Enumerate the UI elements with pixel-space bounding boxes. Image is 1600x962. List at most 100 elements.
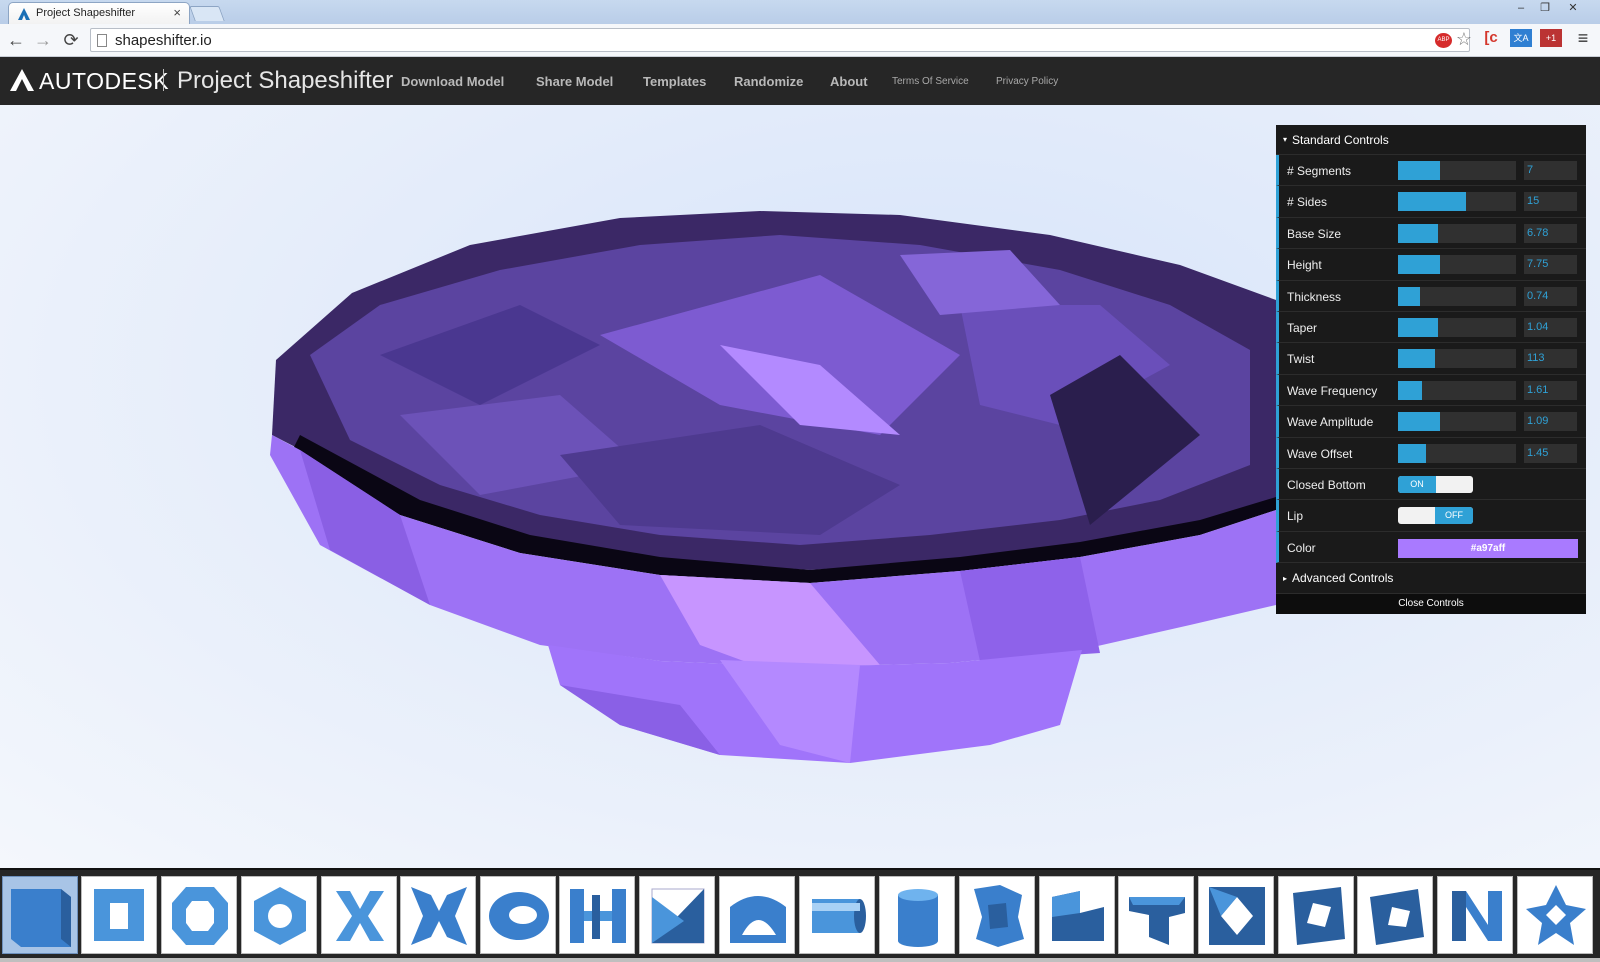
control-label: # Sides xyxy=(1287,195,1328,210)
thickness-value-input[interactable]: 0.74 xyxy=(1524,286,1577,306)
template-thumb-rotated-square[interactable] xyxy=(1278,876,1354,954)
tab-title: Project Shapeshifter xyxy=(36,7,136,19)
bookmark-star-icon[interactable]: ☆ xyxy=(1455,30,1473,48)
template-thumb-cylinder[interactable] xyxy=(879,876,955,954)
template-thumb-cube[interactable] xyxy=(2,876,78,954)
reload-icon[interactable]: ⟳ xyxy=(60,30,82,50)
extension-calendar-icon[interactable]: +1 xyxy=(1540,29,1562,47)
wave-frequency-value-input[interactable]: 1.61 xyxy=(1524,380,1577,400)
base-size-slider[interactable] xyxy=(1398,223,1516,243)
advanced-controls-title: Advanced Controls xyxy=(1292,571,1394,586)
template-thumb-x-shape[interactable] xyxy=(321,876,397,954)
h-frame-template-icon xyxy=(570,889,626,943)
template-thumb-octagon-ring[interactable] xyxy=(161,876,237,954)
translate-icon[interactable]: 文A xyxy=(1510,29,1532,47)
control-label: Thickness xyxy=(1287,289,1342,304)
diamond-frame-template-icon xyxy=(1370,889,1424,945)
template-thumb-twisted-x[interactable] xyxy=(400,876,476,954)
curved-frame-template-icon xyxy=(730,896,786,943)
l-block-template-icon xyxy=(1052,891,1104,941)
template-thumb-cylinder-side[interactable] xyxy=(799,876,875,954)
address-bar[interactable]: shapeshifter.io ABP ☆ xyxy=(90,28,1473,52)
window-close-icon[interactable]: ✕ xyxy=(1562,1,1584,17)
template-thumb-square-frame[interactable] xyxy=(81,876,157,954)
taper-value-input[interactable]: 1.04 xyxy=(1524,317,1577,337)
3d-viewport[interactable]: ▾ Standard Controls # Segments 7 # Sides… xyxy=(0,105,1600,868)
base-size-value-input[interactable]: 6.78 xyxy=(1524,223,1577,243)
t-block-template-icon xyxy=(1129,897,1185,945)
browser-menu-icon[interactable]: ≡ xyxy=(1573,29,1593,47)
lip-toggle[interactable]: OFF xyxy=(1398,507,1473,525)
forward-icon[interactable]: → xyxy=(32,30,54,50)
wave-amplitude-slider[interactable] xyxy=(1398,412,1516,432)
minimize-icon[interactable]: – xyxy=(1510,1,1532,17)
slider-fill xyxy=(1398,443,1427,463)
site-header: AUTODESK Project Shapeshifter Download M… xyxy=(0,57,1600,105)
product-name[interactable]: Project Shapeshifter xyxy=(177,67,393,95)
template-thumb-star-frame[interactable] xyxy=(1198,876,1274,954)
sides-value-input[interactable]: 15 xyxy=(1524,192,1577,212)
wave-amplitude-value-input[interactable]: 1.09 xyxy=(1524,412,1577,432)
back-icon[interactable]: ← xyxy=(5,30,27,50)
segments-value-input[interactable]: 7 xyxy=(1524,161,1577,180)
wave-offset-value-input[interactable]: 1.45 xyxy=(1524,443,1577,463)
nav-download-model[interactable]: Download Model xyxy=(401,74,504,89)
nav-templates[interactable]: Templates xyxy=(643,74,706,89)
sides-slider[interactable] xyxy=(1398,192,1516,212)
template-thumb-n-wedge[interactable] xyxy=(1437,876,1513,954)
tab-close-icon[interactable]: × xyxy=(173,5,181,20)
toggle-state: OFF xyxy=(1435,507,1473,525)
nav-share-model[interactable]: Share Model xyxy=(536,74,613,89)
nav-privacy-policy[interactable]: Privacy Policy xyxy=(996,76,1058,87)
nav-randomize[interactable]: Randomize xyxy=(734,74,803,89)
autodesk-logo-icon[interactable] xyxy=(10,69,34,91)
template-thumb-curved-frame[interactable] xyxy=(719,876,795,954)
template-thumb-l-block[interactable] xyxy=(1039,876,1115,954)
advanced-controls-header[interactable]: ▸ Advanced Controls xyxy=(1276,563,1586,595)
new-tab-button[interactable] xyxy=(189,6,225,21)
template-thumb-eye-ring[interactable] xyxy=(480,876,556,954)
closed-bottom-toggle[interactable]: ON xyxy=(1398,475,1473,493)
slider-fill xyxy=(1398,349,1435,369)
control-label: Closed Bottom xyxy=(1287,477,1366,492)
url-text[interactable]: shapeshifter.io xyxy=(115,32,212,49)
control-row-twist: Twist 113 xyxy=(1276,343,1586,375)
segments-slider[interactable] xyxy=(1398,161,1516,180)
control-label: Height xyxy=(1287,258,1322,273)
height-slider[interactable] xyxy=(1398,255,1516,275)
cube-template-icon xyxy=(11,889,71,947)
twist-value-input[interactable]: 113 xyxy=(1524,349,1577,369)
close-controls-button[interactable]: Close Controls xyxy=(1276,594,1586,615)
browser-tab[interactable]: Project Shapeshifter × xyxy=(8,2,190,24)
page-icon xyxy=(97,34,107,47)
template-thumb-twisted-block[interactable] xyxy=(959,876,1035,954)
template-thumb-diamond-frame[interactable] xyxy=(1357,876,1433,954)
bowl-outer-facet xyxy=(960,557,1100,661)
wave-frequency-slider[interactable] xyxy=(1398,380,1516,400)
standard-controls-header[interactable]: ▾ Standard Controls xyxy=(1276,125,1586,155)
template-thumb-wedge[interactable] xyxy=(639,876,715,954)
nav-terms-of-service[interactable]: Terms Of Service xyxy=(892,76,969,87)
wave-offset-slider[interactable] xyxy=(1398,443,1516,463)
browser-toolbar: ← → ⟳ shapeshifter.io ABP ☆ [c 文A +1 ≡ xyxy=(0,24,1600,57)
thickness-slider[interactable] xyxy=(1398,286,1516,306)
slider-fill xyxy=(1398,286,1421,306)
taper-slider[interactable] xyxy=(1398,317,1516,337)
template-thumb-t-block[interactable] xyxy=(1118,876,1194,954)
restore-icon[interactable]: ❐ xyxy=(1534,1,1556,17)
template-thumb-spiral-star[interactable] xyxy=(1517,876,1593,954)
rotated-square-template-icon xyxy=(1293,887,1345,945)
control-label: # Segments xyxy=(1287,164,1352,178)
brand-name[interactable]: AUTODESK xyxy=(39,68,169,95)
template-thumb-h-frame[interactable] xyxy=(559,876,635,954)
controls-panel: ▾ Standard Controls # Segments 7 # Sides… xyxy=(1276,125,1586,615)
color-picker[interactable]: #a97aff xyxy=(1398,538,1578,558)
extension-c-icon[interactable]: [c xyxy=(1480,29,1502,47)
twist-slider[interactable] xyxy=(1398,349,1516,369)
template-thumb-hexagon-ring[interactable] xyxy=(241,876,317,954)
octagon-ring-template-icon xyxy=(172,887,228,945)
control-row-wave-offset: Wave Offset 1.45 xyxy=(1276,437,1586,469)
nav-about[interactable]: About xyxy=(830,74,868,89)
height-value-input[interactable]: 7.75 xyxy=(1524,255,1577,275)
adblock-icon[interactable]: ABP xyxy=(1435,33,1452,48)
